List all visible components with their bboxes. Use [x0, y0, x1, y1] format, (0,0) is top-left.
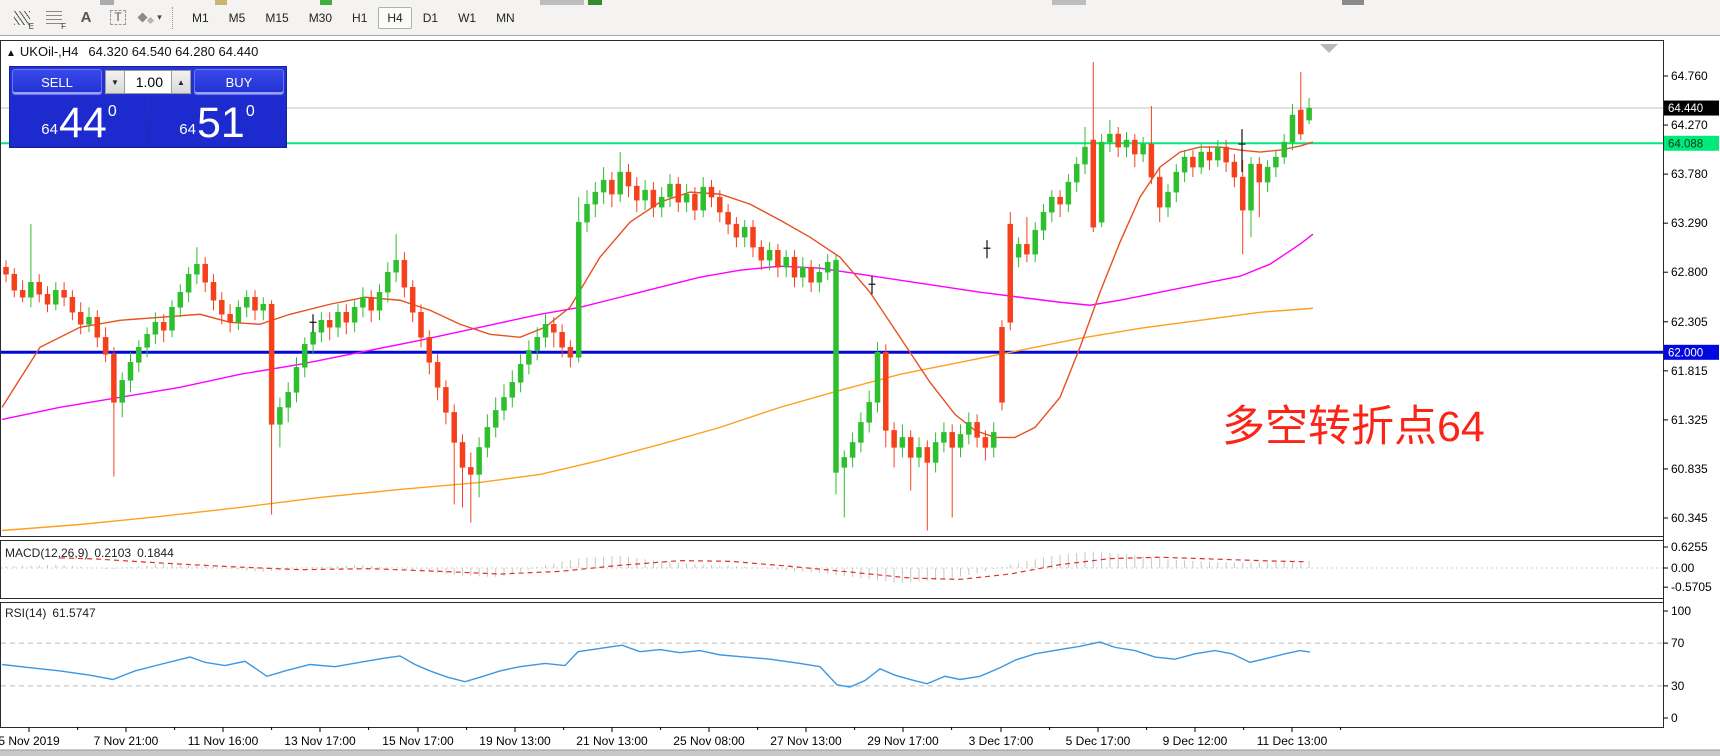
chart-annotation-text: 多空转折点64	[1222, 403, 1485, 451]
svg-text:0.00: 0.00	[1671, 561, 1695, 575]
svg-text:60.835: 60.835	[1671, 462, 1708, 476]
volume-decrease-button[interactable]: ▼	[105, 70, 125, 94]
svg-text:64.440: 64.440	[1668, 103, 1703, 115]
sell-price-display[interactable]: 64 44 0	[11, 96, 147, 146]
trading-app-window: { "toolbar": { "tools": [ {"name":"pitch…	[0, 0, 1720, 756]
buy-price-small: 64	[179, 121, 196, 138]
rsi-value: 61.5747	[52, 606, 96, 620]
svg-text:70: 70	[1671, 636, 1685, 650]
rsi-indicator-label: RSI(14) 61.5747	[5, 606, 102, 620]
volume-input[interactable]: 1.00	[125, 70, 171, 94]
scroll-to-end-icon[interactable]	[1320, 44, 1338, 53]
buy-price-sup: 0	[245, 103, 255, 120]
buy-price-big: 51	[196, 99, 245, 147]
svg-text:0: 0	[1671, 711, 1678, 725]
buy-button[interactable]: BUY	[194, 69, 284, 95]
chart-title: ▲ UKOil-,H4 64.320 64.540 64.280 64.440	[6, 44, 258, 59]
svg-text:61.325: 61.325	[1671, 413, 1708, 427]
collapse-arrow-icon[interactable]: ▲	[6, 48, 16, 59]
ohlc-values: 64.320 64.540 64.280 64.440	[88, 44, 259, 59]
date-axis-label: 11 Nov 16:00	[188, 734, 259, 748]
sell-button[interactable]: SELL	[12, 69, 102, 95]
svg-text:-0.5705: -0.5705	[1671, 580, 1712, 594]
date-axis-label: 19 Nov 13:00	[479, 734, 551, 748]
date-axis-label: 7 Nov 21:00	[94, 734, 159, 748]
svg-text:62.305: 62.305	[1671, 315, 1708, 329]
date-axis-label: 3 Dec 17:00	[969, 734, 1034, 748]
date-axis-label: 25 Nov 08:00	[673, 734, 745, 748]
svg-text:0.6255: 0.6255	[1671, 540, 1708, 554]
volume-stepper: ▼ 1.00 ▲	[105, 70, 191, 94]
svg-text:62.000: 62.000	[1668, 347, 1703, 359]
svg-text:60.345: 60.345	[1671, 511, 1708, 525]
svg-text:61.815: 61.815	[1671, 364, 1708, 378]
svg-text:62.800: 62.800	[1671, 265, 1708, 279]
volume-increase-button[interactable]: ▲	[171, 70, 191, 94]
svg-text:64.088: 64.088	[1668, 138, 1703, 150]
date-axis-label: 13 Nov 17:00	[284, 734, 356, 748]
date-axis-label: 15 Nov 17:00	[382, 734, 454, 748]
date-axis-label: 27 Nov 13:00	[770, 734, 842, 748]
date-axis-label: 29 Nov 17:00	[867, 734, 939, 748]
date-axis-label: 5 Nov 2019	[0, 734, 60, 748]
macd-indicator-label: MACD(12,26,9) 0.2103 0.1844	[5, 546, 180, 560]
macd-name: MACD(12,26,9)	[5, 546, 89, 560]
svg-text:64.760: 64.760	[1671, 69, 1708, 83]
svg-text:30: 30	[1671, 679, 1685, 693]
svg-text:100: 100	[1671, 604, 1691, 618]
sell-price-big: 44	[58, 99, 107, 147]
date-axis-label: 21 Nov 13:00	[576, 734, 648, 748]
sell-price-sup: 0	[107, 103, 117, 120]
macd-signal-value: 0.1844	[137, 546, 174, 560]
svg-text:63.780: 63.780	[1671, 167, 1708, 181]
svg-text:64.270: 64.270	[1671, 118, 1708, 132]
one-click-trading-panel: SELL ▼ 1.00 ▲ BUY 64 44 0 64 51 0	[9, 66, 287, 148]
rsi-name: RSI(14)	[5, 606, 47, 620]
date-axis-label: 9 Dec 12:00	[1163, 734, 1228, 748]
svg-text:63.290: 63.290	[1671, 216, 1708, 230]
date-axis-label: 5 Dec 17:00	[1066, 734, 1131, 748]
symbol-period-label: UKOil-,H4	[19, 44, 79, 59]
date-axis-label: 11 Dec 13:00	[1257, 734, 1328, 748]
buy-price-display[interactable]: 64 51 0	[149, 96, 285, 146]
sell-price-small: 64	[41, 121, 58, 138]
macd-main-value: 0.2103	[94, 546, 132, 560]
